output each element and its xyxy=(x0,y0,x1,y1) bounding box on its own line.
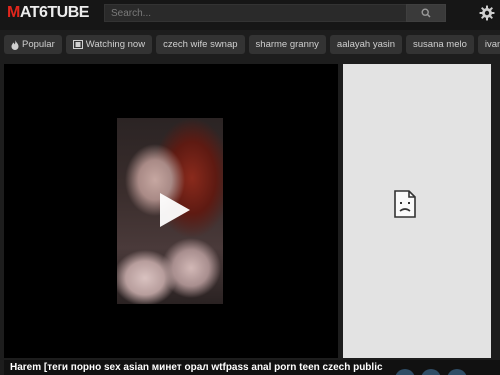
tag-label: Watching now xyxy=(85,39,146,50)
video-player[interactable] xyxy=(4,64,338,358)
tag-bar: Popular Watching now czech wife swnap sh… xyxy=(4,35,500,55)
broken-image-icon xyxy=(394,190,416,218)
site-logo[interactable]: MAT6TUBE xyxy=(7,3,89,23)
share-button[interactable] xyxy=(447,369,467,375)
search-button[interactable] xyxy=(406,4,446,22)
tag-label: czech wife swnap xyxy=(163,39,238,50)
tag-label: sharme granny xyxy=(255,39,319,50)
tag-item[interactable]: sharme granny xyxy=(248,35,326,54)
tag-item[interactable]: czech wife swnap xyxy=(156,35,245,54)
top-bar: MAT6TUBE xyxy=(0,0,500,30)
tag-watching-now[interactable]: Watching now xyxy=(65,35,153,54)
search-input[interactable] xyxy=(104,4,406,22)
tag-label: susana melo xyxy=(413,39,467,50)
tag-label: aalayah yasin xyxy=(336,39,396,50)
tag-popular[interactable]: Popular xyxy=(4,35,62,54)
tag-label: ivana fukalot xyxy=(484,39,500,50)
fire-icon xyxy=(11,39,19,50)
gear-icon[interactable] xyxy=(479,5,495,21)
tag-item[interactable]: susana melo xyxy=(406,35,474,54)
search-icon xyxy=(421,8,431,18)
tag-item[interactable]: ivana fukalot xyxy=(477,35,500,54)
tag-item[interactable]: aalayah yasin xyxy=(329,35,403,54)
share-buttons xyxy=(395,369,467,375)
play-button-icon[interactable] xyxy=(160,193,190,227)
ad-panel xyxy=(343,64,491,358)
share-button[interactable] xyxy=(421,369,441,375)
tag-label: Popular xyxy=(22,39,55,50)
share-button[interactable] xyxy=(395,369,415,375)
film-icon xyxy=(72,40,83,49)
